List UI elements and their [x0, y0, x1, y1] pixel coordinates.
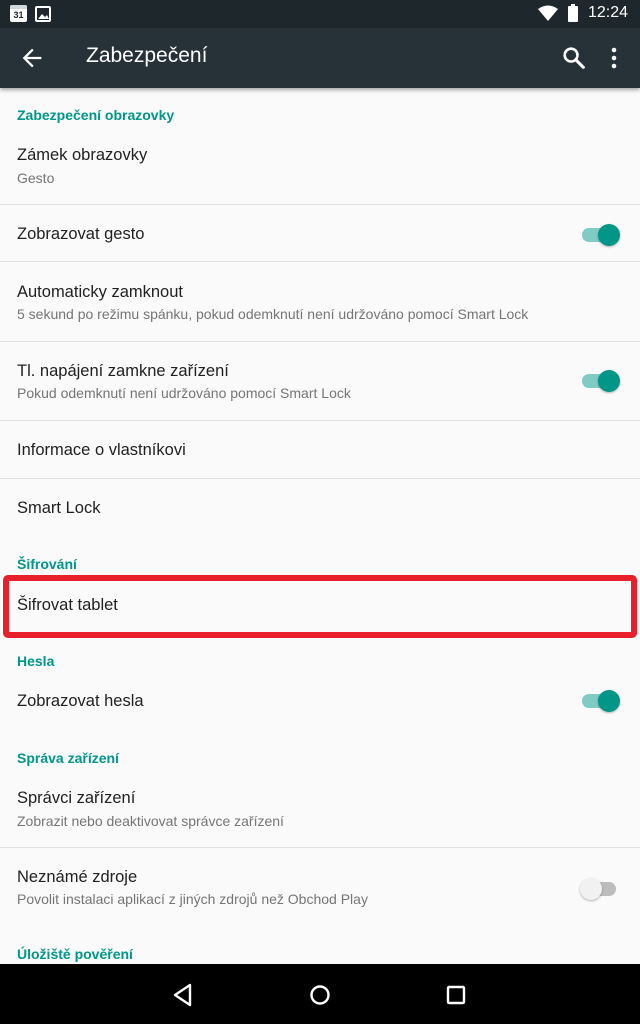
setting-screen-lock-title: Zámek obrazovky	[17, 146, 148, 164]
setting-auto-lock-subtitle: 5 sekund po režimu spánku, pokud odemknu…	[17, 306, 529, 322]
section-header-passwords: Hesla	[17, 653, 55, 669]
section-header-screen-security: Zabezpečení obrazovky	[17, 107, 175, 123]
setting-device-administrators[interactable]	[0, 772, 640, 847]
back-triangle-icon[interactable]	[170, 982, 196, 1008]
setting-screen-lock-subtitle: Gesto	[17, 170, 55, 186]
recents-square-icon[interactable]	[443, 982, 469, 1008]
battery-icon	[567, 4, 578, 22]
setting-device-administrators-subtitle: Zobrazit nebo deaktivovat správce zaříze…	[17, 813, 284, 829]
show-pattern-switch[interactable]	[580, 220, 620, 248]
power-button-locks-switch[interactable]	[580, 366, 620, 394]
setting-auto-lock-title: Automaticky zamknout	[17, 283, 183, 301]
show-passwords-switch[interactable]	[580, 686, 620, 714]
back-arrow-icon[interactable]	[18, 44, 46, 72]
setting-show-passwords-title: Zobrazovat hesla	[17, 692, 144, 710]
calendar-icon: 31	[10, 5, 27, 22]
calendar-day: 31	[13, 10, 24, 20]
status-bar: 31 12:24	[0, 0, 640, 28]
settings-list: Zabezpečení obrazovky Zámek obrazovky Ge…	[0, 88, 640, 964]
setting-show-pattern-title: Zobrazovat gesto	[17, 225, 145, 243]
setting-power-button-locks-title: Tl. napájení zamkne zařízení	[17, 362, 229, 380]
app-bar: Zabezpečení	[0, 28, 640, 88]
highlight-frame	[3, 575, 637, 638]
setting-owner-info-title: Informace o vlastníkovi	[17, 441, 186, 459]
clock: 12:24	[587, 4, 628, 21]
setting-device-administrators-title: Správci zařízení	[17, 789, 136, 807]
section-header-credential-storage: Úložiště pověření	[17, 946, 133, 962]
page-title: Zabezpečení	[86, 44, 208, 67]
more-vert-icon[interactable]	[602, 44, 626, 72]
setting-unknown-sources-title: Neznámé zdroje	[17, 868, 138, 886]
setting-power-button-locks-subtitle: Pokud odemknutí není udržováno pomocí Sm…	[17, 385, 351, 401]
unknown-sources-switch[interactable]	[580, 874, 620, 902]
setting-power-button-locks[interactable]	[0, 342, 640, 420]
navigation-bar	[0, 964, 640, 1024]
wifi-icon	[537, 5, 558, 21]
section-header-encryption: Šifrování	[17, 556, 77, 572]
home-circle-icon[interactable]	[307, 982, 333, 1008]
search-icon[interactable]	[560, 44, 588, 72]
image-icon	[35, 5, 51, 22]
setting-unknown-sources-subtitle: Povolit instalaci aplikací z jiných zdro…	[17, 891, 368, 907]
setting-screen-lock[interactable]	[0, 130, 640, 204]
section-header-device-admin: Správa zařízení	[17, 750, 119, 766]
setting-smart-lock-title: Smart Lock	[17, 499, 101, 517]
